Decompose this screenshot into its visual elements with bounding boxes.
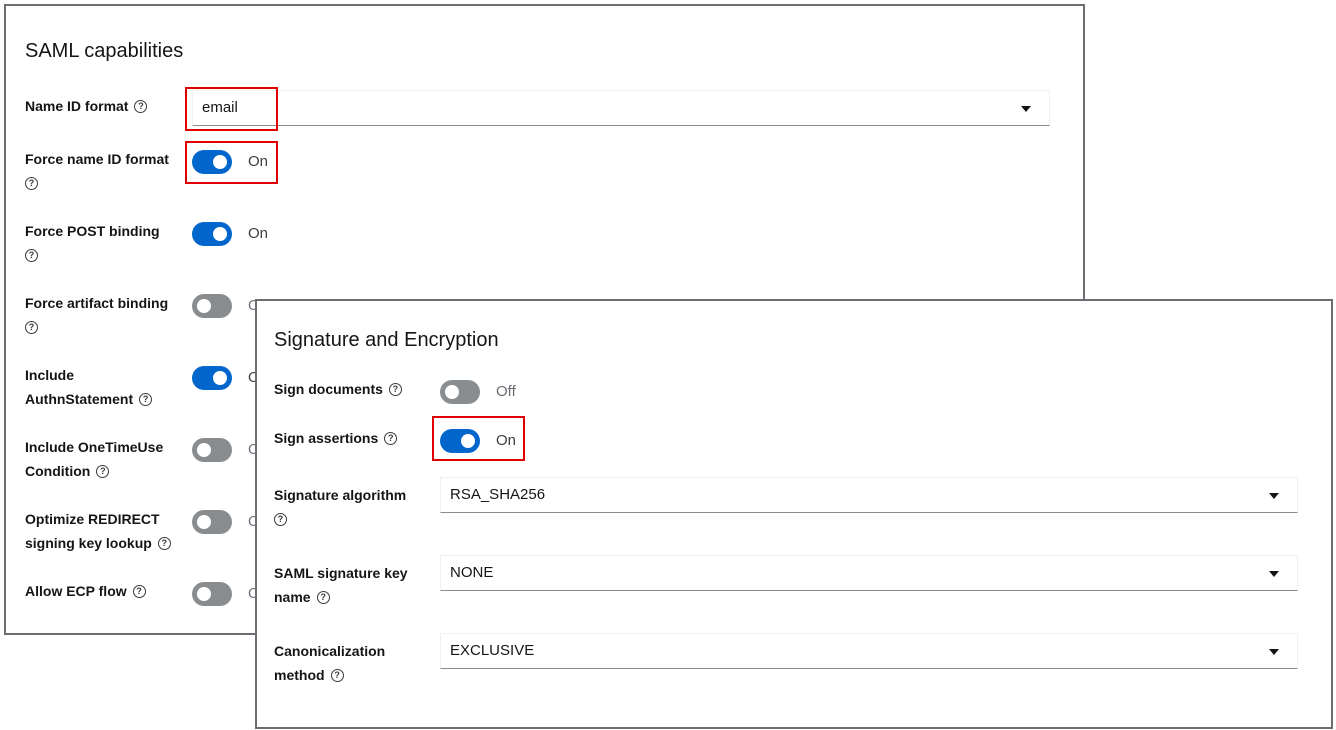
help-circle-icon[interactable]: ? xyxy=(316,590,330,604)
highlight-box-sign-assertions xyxy=(432,416,525,461)
signature-algorithm-select[interactable]: RSA_SHA256 xyxy=(440,477,1298,513)
help-circle-icon[interactable]: ? xyxy=(96,464,110,478)
help-circle-icon[interactable]: ? xyxy=(132,584,146,598)
panel-title: SAML capabilities xyxy=(25,40,184,62)
toggle-knob xyxy=(197,299,211,313)
highlight-box-name-id-format xyxy=(185,87,278,131)
help-circle-icon[interactable]: ? xyxy=(139,392,153,406)
canonicalization-method-select[interactable]: EXCLUSIVE xyxy=(440,633,1298,669)
saml-signature-key-name-label: SAML signature key name? xyxy=(274,565,408,605)
force-artifact-binding-label: Force artifact binding ? xyxy=(25,295,169,334)
include-authnstatement-toggle[interactable] xyxy=(192,366,232,390)
sign-documents-toggle[interactable] xyxy=(440,380,480,404)
help-circle-icon[interactable]: ? xyxy=(388,382,402,396)
toggle-knob xyxy=(197,587,211,601)
toggle-knob xyxy=(213,371,227,385)
sign-documents-label: Sign documents? xyxy=(274,377,402,401)
toggle-state: Off xyxy=(496,383,516,400)
force-name-id-format-label: Force name ID format ? xyxy=(25,151,169,190)
canonicalization-method-label: Canonicalization method? xyxy=(274,643,386,683)
toggle-knob xyxy=(213,227,227,241)
highlight-box-force-name-id-format xyxy=(185,141,278,184)
caret-down-icon xyxy=(1269,649,1279,655)
caret-down-icon xyxy=(1021,106,1031,112)
saml-signature-key-name-select[interactable]: NONE xyxy=(440,555,1298,591)
include-onetimeuse-condition-toggle[interactable] xyxy=(192,438,232,462)
help-circle-icon[interactable]: ? xyxy=(157,536,171,550)
optimize-redirect-signing-key-lookup-label: Optimize REDIRECT signing key lookup? xyxy=(25,507,171,555)
help-circle-icon[interactable]: ? xyxy=(330,668,344,682)
allow-ecp-flow-label: Allow ECP flow? xyxy=(25,579,146,603)
panel-title: Signature and Encryption xyxy=(274,329,499,351)
toggle-knob xyxy=(445,385,459,399)
name-id-format-select[interactable]: email xyxy=(192,90,1050,126)
help-circle-icon[interactable]: ? xyxy=(25,320,38,334)
signature-algorithm-label: Signature algorithm ? xyxy=(274,487,407,526)
signature-encryption-panel: Signature and Encryption Sign documents?… xyxy=(255,299,1333,729)
select-value: RSA_SHA256 xyxy=(450,486,546,503)
include-onetimeuse-condition-label: Include OneTimeUse Condition? xyxy=(25,439,164,479)
allow-ecp-flow-toggle[interactable] xyxy=(192,582,232,606)
optimize-redirect-signing-key-lookup-toggle[interactable] xyxy=(192,510,232,534)
help-circle-icon[interactable]: ? xyxy=(274,512,287,526)
toggle-state: On xyxy=(248,225,269,242)
force-artifact-binding-toggle[interactable] xyxy=(192,294,232,318)
sign-assertions-label: Sign assertions? xyxy=(274,426,398,450)
caret-down-icon xyxy=(1269,493,1279,499)
include-authnstatement-label: Include AuthnStatement? xyxy=(25,363,153,411)
help-circle-icon[interactable]: ? xyxy=(384,431,398,445)
help-circle-icon[interactable]: ? xyxy=(25,248,38,262)
toggle-knob xyxy=(197,443,211,457)
caret-down-icon xyxy=(1269,571,1279,577)
name-id-format-label: Name ID format? xyxy=(25,94,148,118)
toggle-knob xyxy=(197,515,211,529)
force-post-binding-label: Force POST binding ? xyxy=(25,223,160,262)
select-value: NONE xyxy=(450,564,494,581)
select-value: EXCLUSIVE xyxy=(450,642,535,659)
force-post-binding-toggle[interactable] xyxy=(192,222,232,246)
help-circle-icon[interactable]: ? xyxy=(134,99,148,113)
help-circle-icon[interactable]: ? xyxy=(25,176,38,190)
